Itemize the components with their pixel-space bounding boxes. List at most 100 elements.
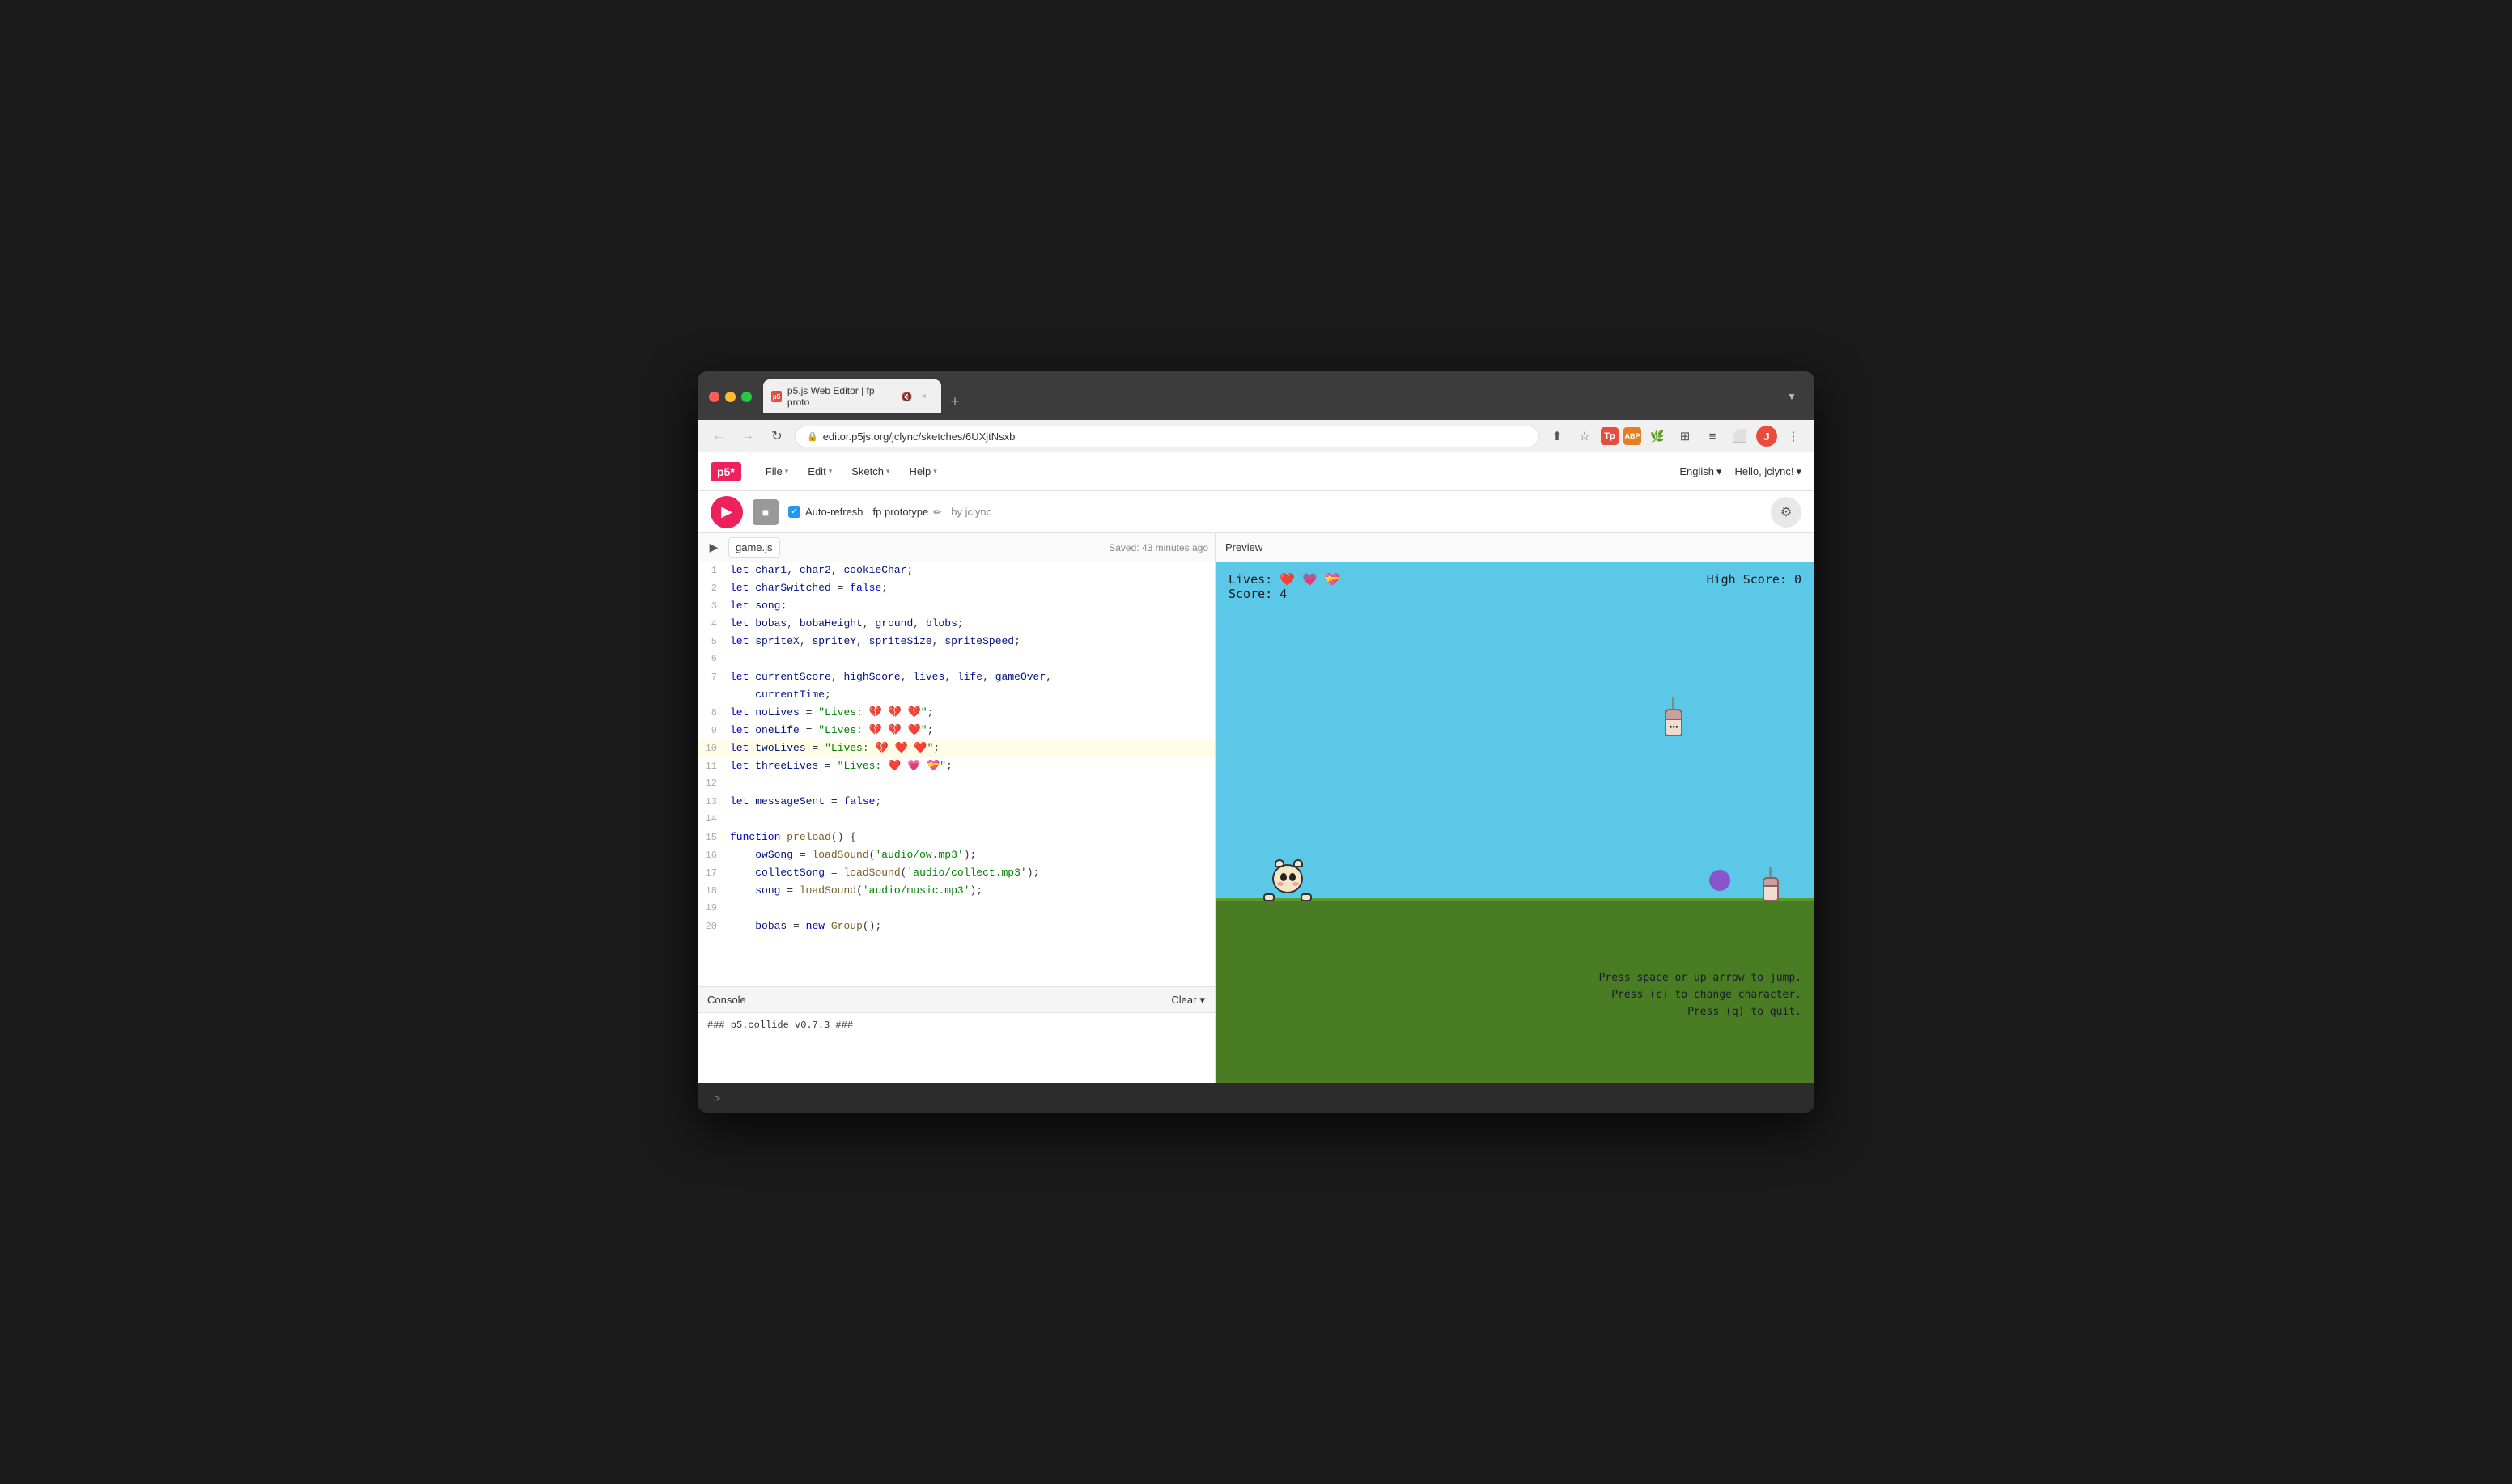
file-tab[interactable]: game.js	[728, 537, 780, 558]
ext-grid-icon[interactable]: ⊞	[1674, 425, 1696, 447]
character-body	[1270, 864, 1305, 900]
console-title: Console	[707, 994, 746, 1006]
saved-status: Saved: 43 minutes ago	[1109, 542, 1208, 553]
code-line: 17 collectSong = loadSound('audio/collec…	[698, 865, 1215, 883]
code-line: 7 let currentScore, highScore, lives, li…	[698, 669, 1215, 687]
ext-menu-icon[interactable]: ≡	[1701, 425, 1724, 447]
lives-display: Lives: ❤️ 💗 💝 Score: 4	[1228, 572, 1339, 601]
autorefresh-checkbox[interactable]: ✓	[788, 506, 800, 518]
forward-button[interactable]: →	[736, 425, 759, 447]
floating-boba: ●●●	[1665, 697, 1682, 736]
bottom-bar: >	[698, 1083, 1814, 1113]
autorefresh-toggle[interactable]: ✓ Auto-refresh	[788, 506, 864, 518]
preview-title: Preview	[1225, 541, 1262, 553]
preview-panel: Preview Lives: ❤️ 💗	[1216, 533, 1814, 1083]
console-line: ### p5.collide v0.7.3 ###	[707, 1020, 853, 1031]
boba-body: ●●●	[1665, 720, 1682, 736]
active-tab[interactable]: p5 p5.js Web Editor | fp proto 🔇 ×	[763, 379, 941, 413]
code-line: 6	[698, 651, 1215, 669]
back-button[interactable]: ←	[707, 425, 730, 447]
user-avatar-button[interactable]: J	[1756, 426, 1777, 447]
sketch-author: by jclync	[951, 506, 991, 518]
browser-menu-button[interactable]: ▼	[1780, 385, 1803, 408]
arm-right	[1301, 893, 1312, 901]
maximize-button[interactable]	[741, 392, 752, 402]
sketch-author-text: by jclync	[951, 506, 991, 518]
sketch-edit-icon[interactable]: ✏	[933, 507, 941, 518]
settings-button[interactable]: ⚙	[1771, 497, 1801, 528]
menu-help-label: Help	[910, 465, 931, 477]
heart-1: ❤️	[1279, 572, 1295, 587]
autorefresh-label: Auto-refresh	[805, 506, 864, 518]
tab-close-button[interactable]: ×	[918, 390, 930, 403]
play-button[interactable]: ▶	[711, 496, 743, 528]
menu-file[interactable]: File ▾	[757, 462, 796, 481]
browser-more-button[interactable]: ⋮	[1782, 425, 1805, 447]
menu-sketch[interactable]: Sketch ▾	[843, 462, 897, 481]
high-score-display: High Score: 0	[1707, 572, 1801, 601]
clear-label: Clear	[1171, 994, 1196, 1006]
toolbar-actions: ⬆ ☆ Tp ABP 🌿 ⊞ ≡ ⬜ J ⋮	[1546, 425, 1805, 447]
char-blush-right	[1292, 882, 1299, 886]
menu-help[interactable]: Help ▾	[902, 462, 945, 481]
ext-green-icon[interactable]: 🌿	[1646, 425, 1669, 447]
ext-tp-button[interactable]: Tp	[1601, 427, 1619, 445]
minimize-button[interactable]	[725, 392, 736, 402]
code-line: 9 let oneLife = "Lives: 💔 💔 ❤️";	[698, 723, 1215, 740]
editor-toolbar: ▶ ■ ✓ Auto-refresh fp prototype ✏ by jcl…	[698, 491, 1814, 533]
address-bar[interactable]: 🔒 editor.p5js.org/jclync/sketches/6UXjtN…	[795, 426, 1539, 447]
new-tab-button[interactable]: +	[943, 389, 967, 413]
code-line: 15 function preload() {	[698, 829, 1215, 847]
ext-window-icon[interactable]: ⬜	[1729, 425, 1751, 447]
console-header: Console Clear ▾	[698, 987, 1215, 1013]
bookmark-icon[interactable]: ☆	[1573, 425, 1596, 447]
char-face	[1272, 864, 1303, 893]
code-line: 18 song = loadSound('audio/music.mp3');	[698, 883, 1215, 901]
score-value: 4	[1279, 587, 1287, 601]
reload-button[interactable]: ↻	[766, 425, 788, 447]
console-clear-button[interactable]: Clear ▾	[1171, 994, 1205, 1007]
language-label: English	[1679, 465, 1714, 477]
ext-abp-button[interactable]: ABP	[1623, 427, 1641, 445]
close-button[interactable]	[709, 392, 719, 402]
arm-left	[1263, 893, 1275, 901]
purple-blob	[1709, 870, 1730, 891]
console-panel: Console Clear ▾ ### p5.collide v0.7.3 ##…	[698, 986, 1215, 1083]
greeting-chevron: ▾	[1796, 465, 1801, 478]
titlebar-top: p5 p5.js Web Editor | fp proto 🔇 × + ▼	[709, 379, 1803, 413]
game-character	[1270, 864, 1305, 900]
editor-main: ▶ game.js Saved: 43 minutes ago 1 let ch…	[698, 533, 1814, 1083]
preview-header: Preview	[1216, 533, 1814, 562]
lock-icon: 🔒	[807, 431, 818, 442]
high-score-value: 0	[1794, 572, 1801, 587]
menu-bar: File ▾ Edit ▾ Sketch ▾ Help ▾	[757, 462, 945, 481]
menu-sketch-label: Sketch	[851, 465, 884, 477]
language-selector[interactable]: English ▾	[1679, 465, 1721, 478]
game-instructions: Press space or up arrow to jump. Press (…	[1599, 970, 1801, 1020]
code-line: 2 let charSwitched = false;	[698, 580, 1215, 598]
game-hud: Lives: ❤️ 💗 💝 Score: 4 High Sco	[1228, 572, 1801, 601]
stop-button[interactable]: ■	[753, 499, 779, 525]
user-greeting[interactable]: Hello, jclync! ▾	[1735, 465, 1802, 478]
menu-edit-chevron: ▾	[829, 467, 833, 476]
heart-2: 💗	[1302, 572, 1318, 587]
high-score-label: High Score:	[1707, 572, 1794, 587]
share-icon[interactable]: ⬆	[1546, 425, 1568, 447]
sketch-name-display: fp prototype ✏	[873, 506, 942, 518]
browser-toolbar: ← → ↻ 🔒 editor.p5js.org/jclync/sketches/…	[698, 420, 1814, 452]
code-editor[interactable]: 1 let char1, char2, cookieChar; 2 let ch…	[698, 562, 1215, 986]
tab-title: p5.js Web Editor | fp proto	[787, 385, 891, 408]
code-line: 16 owSong = loadSound('audio/ow.mp3');	[698, 847, 1215, 865]
char-blush-left	[1277, 882, 1284, 886]
boba-body-2	[1763, 887, 1779, 901]
greeting-text: Hello, jclync!	[1735, 465, 1794, 477]
menu-edit[interactable]: Edit ▾	[800, 462, 840, 481]
file-tree-toggle[interactable]: ▶	[704, 538, 723, 558]
instruction-2: Press (c) to change character.	[1599, 987, 1801, 1004]
score-label: Score:	[1228, 587, 1279, 601]
p5-logo: p5*	[711, 462, 741, 481]
bottom-collapse-button[interactable]: >	[714, 1092, 720, 1105]
menu-sketch-chevron: ▾	[886, 467, 890, 476]
tab-favicon: p5	[771, 391, 782, 402]
boba-lid	[1665, 709, 1682, 720]
